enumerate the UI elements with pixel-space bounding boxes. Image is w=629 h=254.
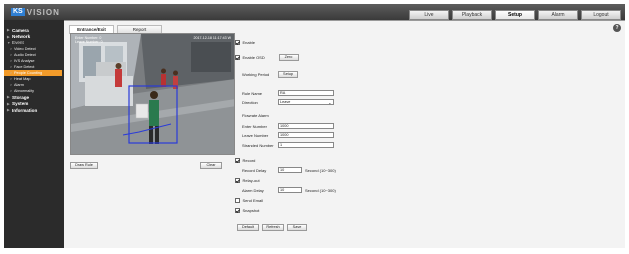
enter-number-row: Enter Number 1000 [242,123,334,129]
video-preview[interactable]: Enter Number: 0 Leave Number: 0 2017-12-… [70,33,235,155]
setup-button[interactable]: Setup [278,71,298,78]
logo-prefix: KS [11,8,25,16]
record-label: Record [242,158,256,163]
action-buttons: Default Refresh Save [237,224,307,231]
record-row: Record [235,158,255,163]
sidebar-subitem-label: Heat Map [14,77,31,82]
enable-osd-checkbox[interactable] [235,55,240,60]
flowrate-alarm-row: Flowrate Alarm [242,113,269,118]
leave-number-input[interactable]: 1000 [278,132,334,138]
alarm-delay-row: Alarm Delay 10 Second (10~300) [242,187,336,193]
relay-out-label: Relay-out [242,178,260,183]
zero-button[interactable]: Zero [278,54,299,61]
sidebar-subitem-label: Audio Detect [14,53,36,58]
brand-logo: KS VISION [11,7,60,17]
sidebar-subitem-label: IVS Analyse [14,59,35,64]
sidebar-item-label: Camera [12,27,29,33]
snapshot-checkbox[interactable] [235,208,240,213]
nav-alarm[interactable]: Alarm [538,10,578,20]
logo-text: VISION [26,7,60,17]
camera-scene [71,34,234,154]
direction-value: Leave [280,100,291,104]
nav-logout[interactable]: Logout [581,10,621,20]
enable-label: Enable [242,40,255,45]
send-email-checkbox[interactable] [235,198,240,203]
direction-select[interactable]: Leave ⌄ [278,99,334,105]
enable-row: Enable [235,40,255,45]
direction-label: Direction [242,99,258,105]
refresh-button[interactable]: Refresh [262,224,284,231]
rule-name-row: Rule Name RA [242,90,334,96]
enter-number-input[interactable]: 1000 [278,123,334,129]
sidebar-item-label: System [12,101,29,107]
enter-number-label: Enter Number [242,123,267,129]
alarm-delay-input[interactable]: 10 [278,187,302,193]
osd-timestamp: 2017-12-18 11:17:43 W [193,36,232,40]
leave-number-row: Leave Number 1000 [242,132,334,138]
send-email-label: Send Email [242,198,263,203]
help-icon[interactable]: ? [613,24,621,32]
record-delay-range: Second (10~300) [305,167,336,173]
rule-name-label: Rule Name [242,90,263,96]
alarm-delay-range: Second (10~300) [305,187,336,193]
sidebar-subitem-label: Face Detect [14,65,35,70]
working-period-label: Working Period [242,72,270,77]
sidebar-item-label: Information [12,107,38,113]
alarm-delay-label: Alarm Delay [242,187,264,193]
snapshot-label: Snapshot [242,208,260,213]
relay-out-checkbox[interactable] [235,178,240,183]
enable-checkbox[interactable] [235,40,240,45]
flowrate-alarm-label: Flowrate Alarm [242,113,269,118]
enable-osd-label: Enable OSD [242,55,265,60]
clear-button[interactable]: Clear [200,162,222,169]
relay-out-row: Relay-out [235,178,260,183]
save-button[interactable]: Save [287,224,307,231]
record-delay-row: Record Delay 10 Second (10~300) [242,167,336,173]
sidebar-item-label: Event [12,40,24,46]
nav-setup[interactable]: Setup [495,10,535,20]
draw-rule-button[interactable]: Draw Rule [70,162,98,169]
nav-playback[interactable]: Playback [452,10,492,20]
enable-osd-row: Enable OSD Zero [235,54,299,61]
record-checkbox[interactable] [235,158,240,163]
sidebar-subitem-label: People Counting [14,71,43,76]
top-nav: Live Playback Setup Alarm Logout [409,10,621,20]
top-bar: KS VISION Live Playback Setup Alarm Logo… [4,4,625,20]
sidebar-subitem-label: Abnormality [14,89,35,94]
rule-name-input[interactable]: RA [278,90,334,96]
sidebar-item-label: Network [12,34,31,40]
osd-counter-text: Enter Number: 0 Leave Number: 0 [75,36,103,44]
default-button[interactable]: Default [237,224,259,231]
record-delay-label: Record Delay [242,167,267,173]
direction-row: Direction Leave ⌄ [242,99,334,105]
sidebar-item-label: Storage [12,94,30,100]
chevron-down-icon: ⌄ [328,100,332,105]
main-content: Entrance/Exit Report ? Enter Number: 0 L… [64,20,625,248]
sidebar-item-information[interactable]: ▶ Information [4,107,64,113]
leave-number-label: Leave Number [242,132,269,138]
stranded-number-input[interactable]: 1 [278,142,334,148]
nav-live[interactable]: Live [409,10,449,20]
snapshot-row: Snapshot [235,208,259,213]
sidebar: ▶ Camera ▶ Network ▼ Event > Video Detect > A… [4,20,64,248]
record-delay-input[interactable]: 10 [278,167,302,173]
sidebar-subitem-label: Video Detect [14,47,36,52]
working-period-row: Working Period Setup [242,71,298,78]
sidebar-subitem-label: Alarm [14,83,24,88]
stranded-number-row: Stranded Number 1 [242,142,334,148]
send-email-row: Send Email [235,198,263,203]
stranded-number-label: Stranded Number [242,142,274,148]
